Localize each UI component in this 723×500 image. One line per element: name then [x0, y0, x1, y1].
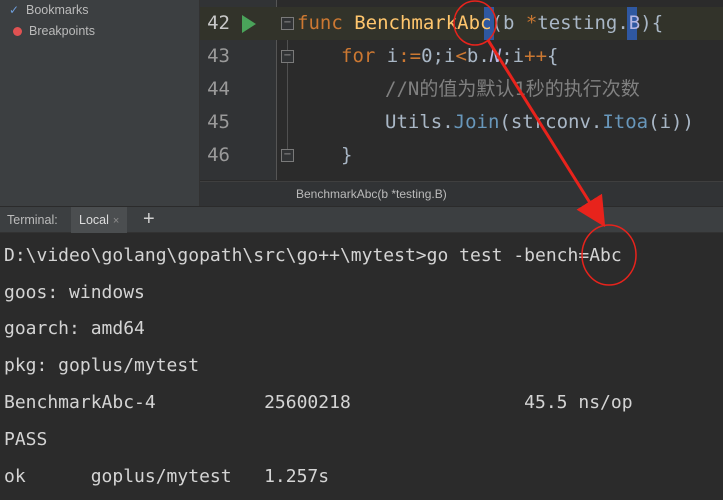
- code-text: Utils.Join(strconv.Itoa(i)): [385, 111, 694, 133]
- line-number: 46: [207, 144, 230, 166]
- terminal-line: goarch: amd64: [4, 318, 145, 339]
- code-line-44[interactable]: 44 //N的值为默认1秒的执行次数: [200, 73, 723, 106]
- line-number: 45: [207, 111, 230, 133]
- breakpoint-dot-icon: [13, 26, 22, 36]
- sidebar-item-label: Bookmarks: [26, 3, 89, 17]
- tool-window-panel: ✓ Bookmarks Breakpoints: [0, 0, 200, 206]
- code-text: for i:=0;i<b.N;i++{: [341, 45, 559, 67]
- code-line-46[interactable]: 46 − }: [200, 139, 723, 172]
- terminal-line: pkg: goplus/mytest: [4, 355, 200, 376]
- breadcrumb-label: BenchmarkAbc(b *testing.B): [296, 187, 447, 201]
- terminal-line: ok goplus/mytest 1.257s: [4, 466, 330, 487]
- line-number: 43: [207, 45, 230, 67]
- code-line-42[interactable]: 42 − func BenchmarkAbc(b *testing.B){: [200, 7, 723, 40]
- terminal-line: PASS: [4, 429, 48, 450]
- run-gutter-icon[interactable]: [242, 15, 256, 33]
- code-text: func BenchmarkAbc(b *testing.B){: [297, 12, 664, 34]
- code-comment: //N的值为默认1秒的执行次数: [385, 78, 640, 100]
- tab-label: Local: [79, 213, 109, 227]
- line-number: 42: [207, 12, 230, 34]
- code-text: }: [341, 144, 353, 166]
- line-number: 44: [207, 78, 230, 100]
- add-icon[interactable]: +: [143, 208, 155, 231]
- fold-icon[interactable]: −: [281, 17, 294, 30]
- close-icon[interactable]: ×: [113, 215, 119, 227]
- code-line-45[interactable]: 45 Utils.Join(strconv.Itoa(i)): [200, 106, 723, 139]
- terminal-title: Terminal:: [7, 213, 58, 227]
- breadcrumb[interactable]: BenchmarkAbc(b *testing.B): [200, 181, 723, 206]
- code-line-43[interactable]: 43 − for i:=0;i<b.N;i++{: [200, 40, 723, 73]
- fold-icon[interactable]: −: [281, 50, 294, 63]
- terminal-line: BenchmarkAbc-4 25600218 45.5 ns/op: [4, 392, 633, 413]
- fold-icon[interactable]: −: [281, 149, 294, 162]
- terminal-line: D:\video\golang\gopath\src\go++\mytest>g…: [4, 245, 622, 266]
- sidebar-item-bookmarks[interactable]: ✓ Bookmarks: [8, 0, 89, 20]
- terminal-output[interactable]: D:\video\golang\gopath\src\go++\mytest>g…: [0, 233, 723, 500]
- terminal-toolbar: Terminal: Local × +: [0, 206, 723, 233]
- sidebar-item-label: Breakpoints: [29, 24, 96, 38]
- sidebar-item-breakpoints[interactable]: Breakpoints: [8, 21, 95, 41]
- bookmark-check-icon: ✓: [8, 3, 20, 17]
- code-editor[interactable]: 42 − func BenchmarkAbc(b *testing.B){ 43…: [200, 0, 723, 206]
- terminal-line: goos: windows: [4, 282, 145, 303]
- tab-local[interactable]: Local ×: [71, 207, 128, 233]
